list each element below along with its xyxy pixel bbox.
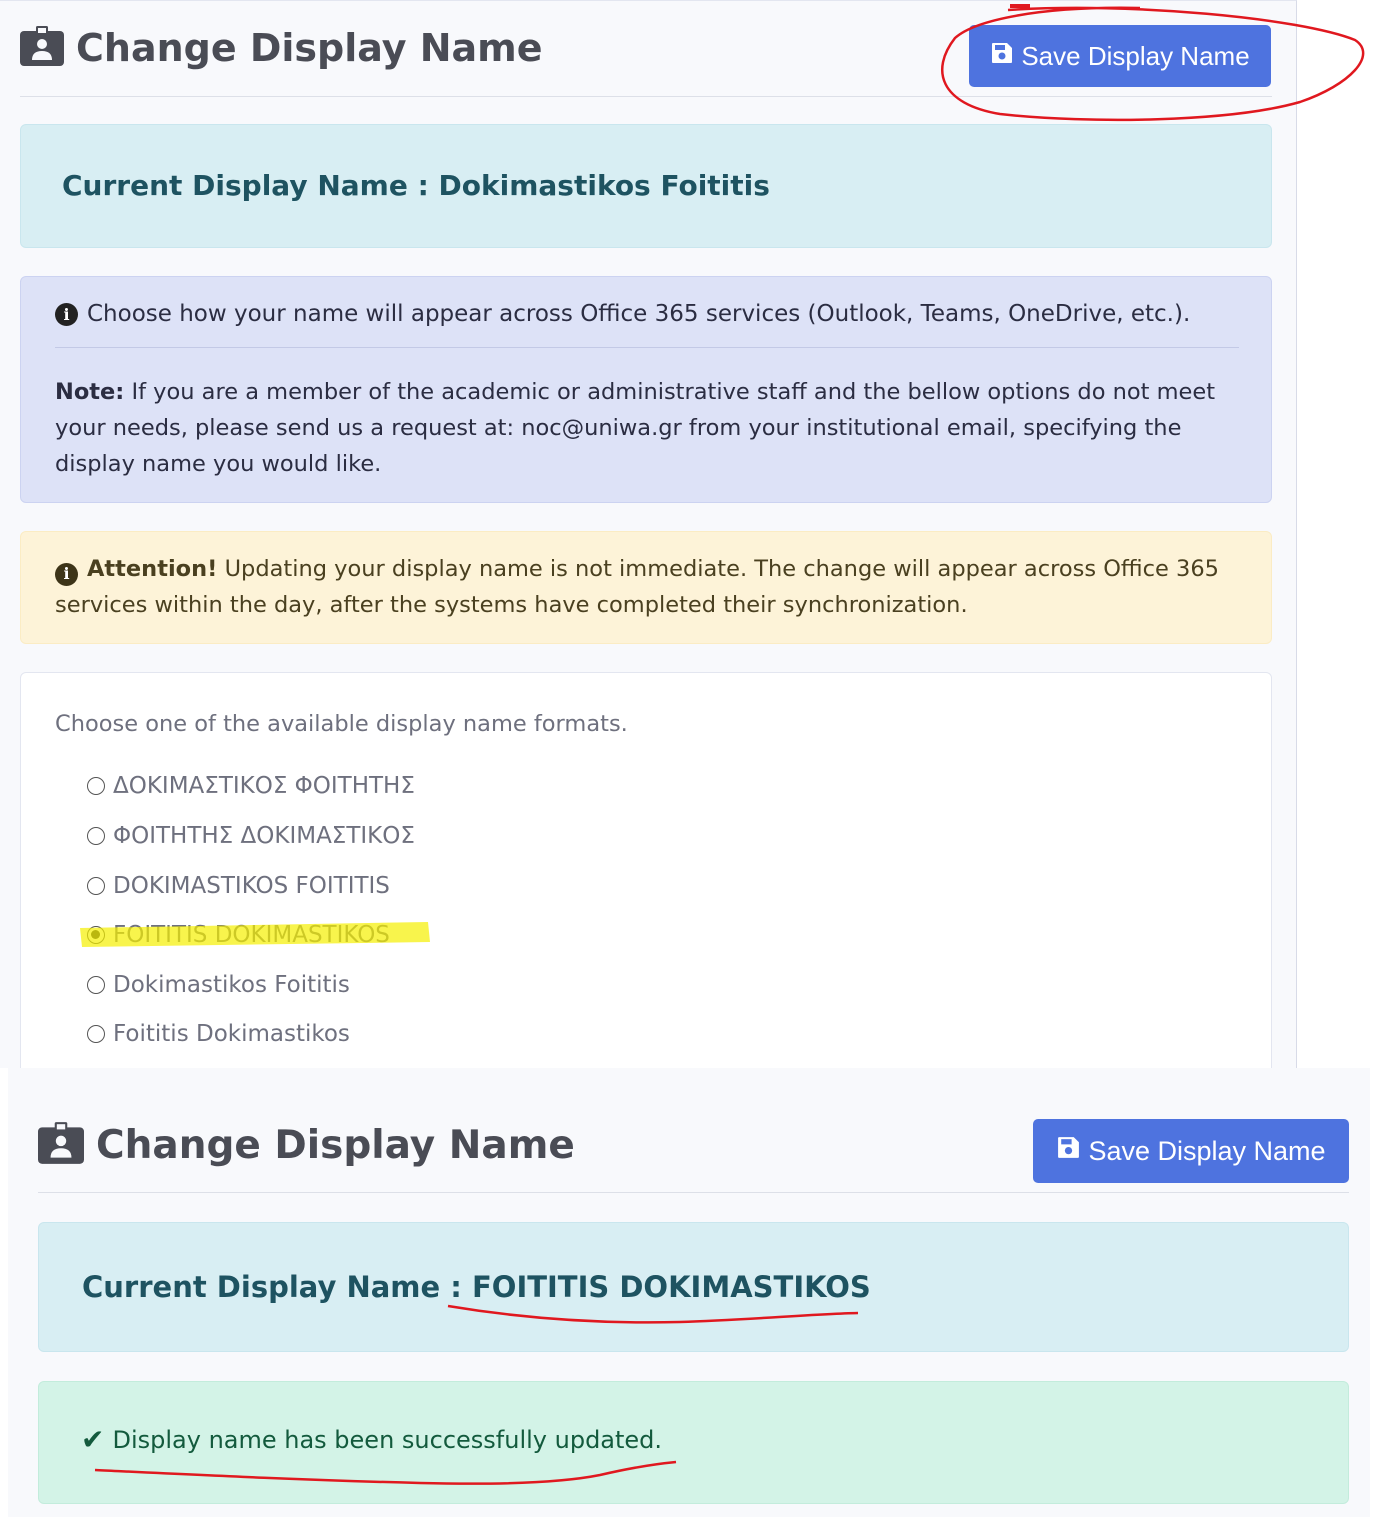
option-label: Dokimastikos Foititis bbox=[113, 972, 350, 998]
option-latin-upper-last-first[interactable]: FOITITIS DOKIMASTIKOS bbox=[87, 922, 390, 948]
option-greek-upper-first-last[interactable]: ΔΟΚΙΜΑΣΤΙΚΟΣ ΦΟΙΤΗΤΗΣ bbox=[87, 773, 415, 799]
current-name-label: Current Display Name : bbox=[82, 1270, 462, 1304]
note-paragraph: Note: If you are a member of the academi… bbox=[55, 374, 1250, 482]
page-title: Change Display Name bbox=[76, 26, 543, 70]
current-name-label: Current Display Name : bbox=[62, 169, 429, 202]
info-circle-icon: i bbox=[55, 562, 78, 586]
save-display-name-button[interactable]: Save Display Name bbox=[969, 25, 1271, 87]
radio-button[interactable] bbox=[87, 827, 105, 845]
attention-label: Attention! bbox=[87, 556, 218, 582]
header-divider bbox=[38, 1192, 1349, 1193]
radio-button-selected[interactable] bbox=[87, 926, 105, 944]
display-name-options-card: Choose one of the available display name… bbox=[20, 672, 1272, 1092]
id-badge-icon bbox=[38, 1122, 84, 1168]
current-display-name: Current Display Name : Dokimastikos Foit… bbox=[62, 169, 770, 202]
success-message: ✔ Display name has been successfully upd… bbox=[81, 1423, 662, 1456]
radio-button[interactable] bbox=[87, 1025, 105, 1043]
attention-text: Updating your display name is not immedi… bbox=[55, 556, 1219, 618]
current-name-value: Dokimastikos Foititis bbox=[438, 169, 770, 202]
radio-button[interactable] bbox=[87, 877, 105, 895]
info-text: Choose how your name will appear across … bbox=[87, 301, 1191, 327]
page-header: Change Display Name bbox=[38, 1122, 575, 1168]
info-circle-icon: i bbox=[55, 302, 78, 326]
floppy-disk-icon bbox=[990, 41, 1021, 72]
current-display-name-alert: Current Display Name : FOITITIS DOKIMAST… bbox=[38, 1222, 1349, 1352]
options-label: Choose one of the available display name… bbox=[55, 711, 628, 737]
save-button-label: Save Display Name bbox=[1088, 1135, 1326, 1166]
current-name-value: FOITITIS DOKIMASTIKOS bbox=[471, 1270, 871, 1304]
floppy-disk-icon bbox=[1056, 1135, 1088, 1167]
current-display-name-alert: Current Display Name : Dokimastikos Foit… bbox=[20, 124, 1272, 248]
attention-paragraph: i Attention! Updating your display name i… bbox=[55, 551, 1250, 623]
option-latin-title-last-first[interactable]: Foititis Dokimastikos bbox=[87, 1021, 350, 1047]
option-latin-upper-first-last[interactable]: DOKIMASTIKOS FOITITIS bbox=[87, 873, 390, 899]
after-panel: Change Display Name Save Display Name Cu… bbox=[8, 1068, 1370, 1517]
info-alert: i Choose how your name will appear acros… bbox=[20, 276, 1272, 503]
note-label: Note: bbox=[55, 379, 125, 405]
header-divider bbox=[20, 96, 1272, 97]
current-display-name: Current Display Name : FOITITIS DOKIMAST… bbox=[82, 1270, 871, 1304]
page-header: Change Display Name bbox=[20, 26, 543, 70]
option-greek-upper-last-first[interactable]: ΦΟΙΤΗΤΗΣ ΔΟΚΙΜΑΣΤΙΚΟΣ bbox=[87, 823, 415, 849]
id-badge-icon bbox=[20, 26, 64, 70]
page-title: Change Display Name bbox=[96, 1122, 575, 1168]
info-line: i Choose how your name will appear acros… bbox=[55, 301, 1190, 327]
option-label: ΦΟΙΤΗΤΗΣ ΔΟΚΙΜΑΣΤΙΚΟΣ bbox=[113, 823, 415, 849]
save-display-name-button[interactable]: Save Display Name bbox=[1033, 1119, 1349, 1183]
option-label: ΔΟΚΙΜΑΣΤΙΚΟΣ ΦΟΙΤΗΤΗΣ bbox=[113, 773, 415, 799]
note-text: If you are a member of the academic or a… bbox=[55, 379, 1216, 477]
success-text: Display name has been successfully updat… bbox=[112, 1425, 663, 1454]
radio-button[interactable] bbox=[87, 976, 105, 994]
option-label: FOITITIS DOKIMASTIKOS bbox=[113, 922, 390, 948]
option-label: Foititis Dokimastikos bbox=[113, 1021, 350, 1047]
option-latin-title-first-last[interactable]: Dokimastikos Foititis bbox=[87, 972, 350, 998]
option-label: DOKIMASTIKOS FOITITIS bbox=[113, 873, 390, 899]
radio-button[interactable] bbox=[87, 777, 105, 795]
success-alert: ✔ Display name has been successfully upd… bbox=[38, 1381, 1349, 1504]
save-button-label: Save Display Name bbox=[1021, 40, 1250, 71]
before-panel: Change Display Name Save Display Name Cu… bbox=[0, 0, 1297, 1092]
attention-alert: i Attention! Updating your display name i… bbox=[20, 531, 1272, 644]
info-divider bbox=[55, 347, 1239, 348]
check-icon: ✔ bbox=[81, 1423, 105, 1456]
